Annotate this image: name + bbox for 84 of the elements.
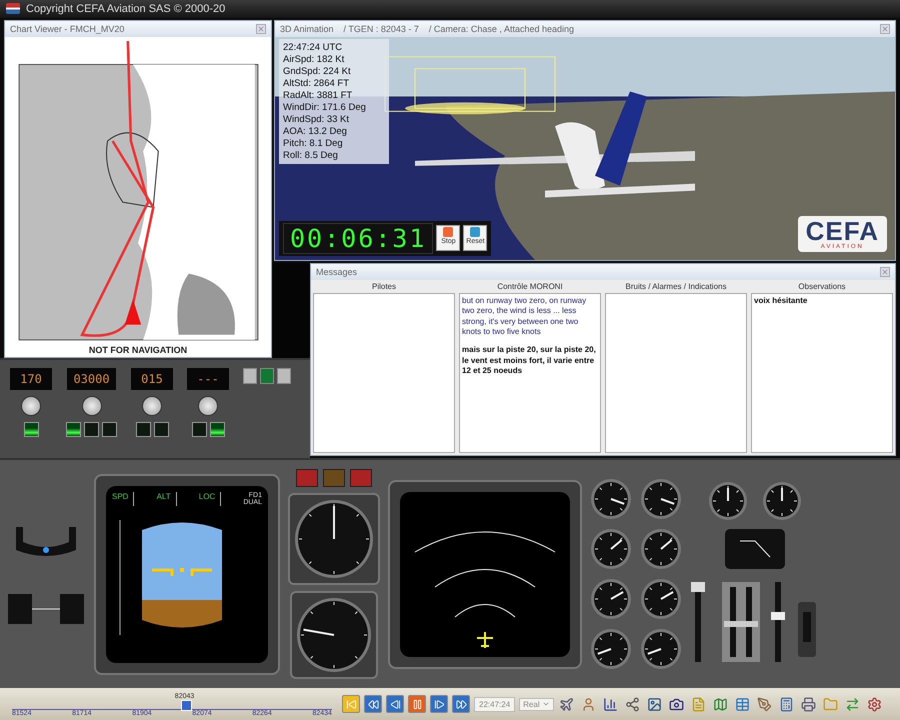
pause-icon — [412, 698, 422, 710]
engine-gauge — [590, 578, 632, 620]
skip-back-icon — [346, 698, 356, 710]
column-header: Pilotes — [370, 280, 397, 293]
column-header: Bruits / Alarmes / Indications — [624, 280, 728, 293]
chart-disclaimer: NOT FOR NAVIGATION — [88, 344, 188, 355]
caution-light — [323, 469, 345, 488]
close-button[interactable] — [256, 24, 266, 34]
printer-icon[interactable] — [800, 695, 818, 714]
column-header: Contrôle MORONI — [496, 280, 564, 293]
compass-gauge — [708, 481, 748, 522]
engine-gauge — [590, 528, 632, 570]
step-forward-icon — [434, 698, 444, 710]
observation-text: voix hésitante — [754, 296, 808, 306]
timeline-handle[interactable] — [180, 700, 192, 711]
rudder-pedals-icon — [6, 592, 86, 626]
telemetry-line: Roll: 8.5 Deg — [283, 150, 339, 161]
time-field: 22:47:24 — [474, 696, 516, 712]
autopilot-display: 03000 — [67, 368, 116, 390]
engine-gauge — [640, 578, 682, 620]
mode-button[interactable] — [102, 422, 117, 437]
engine-gauge — [640, 528, 682, 570]
engine-gauge — [640, 478, 682, 520]
telemetry-line: AOA: 13.2 Deg — [283, 126, 348, 137]
warning-light — [350, 469, 372, 488]
telemetry-line: WindSpd: 33 Kt — [283, 114, 350, 125]
mode-button[interactable] — [154, 422, 168, 437]
pen-icon[interactable] — [756, 695, 774, 714]
engine-gauge — [640, 628, 682, 670]
close-button[interactable] — [880, 24, 890, 34]
mode-button[interactable] — [210, 422, 224, 437]
plane-icon[interactable] — [558, 695, 576, 714]
toggle-switch[interactable] — [243, 368, 257, 384]
tgen-label: / TGEN : 82043 - 7 — [344, 24, 419, 34]
elapsed-timer: 00:06:31 — [283, 222, 434, 254]
mode-annunciation: SPD — [112, 492, 134, 506]
toggle-switch[interactable] — [260, 368, 274, 384]
telemetry-line: WindDir: 171.6 Deg — [283, 102, 367, 113]
trim-indicator-icon — [725, 529, 785, 570]
mode-annunciation: LOC — [198, 492, 222, 506]
mode-button[interactable] — [24, 422, 38, 437]
telemetry-line: GndSpd: 224 Kt — [283, 66, 352, 77]
column-header: Observations — [797, 280, 847, 293]
telemetry-line: RadAlt: 3881 FT — [283, 90, 354, 101]
app-icon — [6, 3, 20, 14]
selector-knob[interactable] — [21, 396, 41, 416]
engine-gauge — [590, 628, 632, 670]
settings-icon[interactable] — [866, 695, 884, 714]
selector-knob[interactable] — [198, 396, 218, 416]
step-back-icon — [390, 698, 400, 710]
selector-knob[interactable] — [82, 396, 102, 416]
translation-text: mais sur la piste 20, sur la piste 20, le vent est moins fort, il varie entre 12 et 25 noeuds — [462, 345, 597, 377]
mode-button[interactable] — [66, 422, 81, 437]
rewind-icon — [368, 698, 378, 710]
telemetry-line: AltStd: 2864 FT — [283, 78, 350, 89]
mode-button[interactable] — [84, 422, 99, 437]
camera-label: / Camera: Chase , Attached heading — [428, 24, 574, 34]
mode-button[interactable] — [136, 422, 150, 437]
autopilot-display: --- — [187, 368, 229, 390]
step-back-button[interactable] — [386, 695, 404, 714]
mode-annunciation: ALT — [156, 492, 177, 506]
mode-button[interactable] — [192, 422, 206, 437]
skip-back-button[interactable] — [342, 695, 360, 714]
window-title: Copyright CEFA Aviation SAS © 2000-20 — [26, 2, 226, 15]
selector-knob[interactable] — [142, 396, 162, 416]
step-forward-button[interactable] — [430, 695, 448, 714]
close-button[interactable] — [880, 266, 890, 277]
autopilot-display: 170 — [10, 368, 52, 390]
pause-button[interactable] — [408, 695, 426, 714]
window-title: Messages — [316, 266, 358, 277]
fast-forward-icon — [456, 698, 466, 710]
telemetry-line: 22:47:24 UTC — [283, 42, 344, 53]
compass-gauge — [762, 481, 802, 522]
engine-gauge — [590, 478, 632, 520]
telemetry-line: AirSpd: 182 Kt — [283, 54, 346, 65]
autopilot-display: 015 — [131, 368, 173, 390]
telemetry-line: Pitch: 8.1 Deg — [283, 138, 344, 149]
toggle-switch[interactable] — [277, 368, 291, 384]
fast-forward-button[interactable] — [452, 695, 470, 714]
transcript-text: but on runway two zero, on runway two zero, the wind is less ... less strong, it's very between one two knots to two five knots — [462, 296, 588, 338]
window-title: Chart Viewer - FMCH_MV20 — [10, 24, 124, 34]
rewind-button[interactable] — [364, 695, 382, 714]
warning-light — [296, 469, 318, 488]
window-title: 3D Animation — [280, 24, 334, 34]
